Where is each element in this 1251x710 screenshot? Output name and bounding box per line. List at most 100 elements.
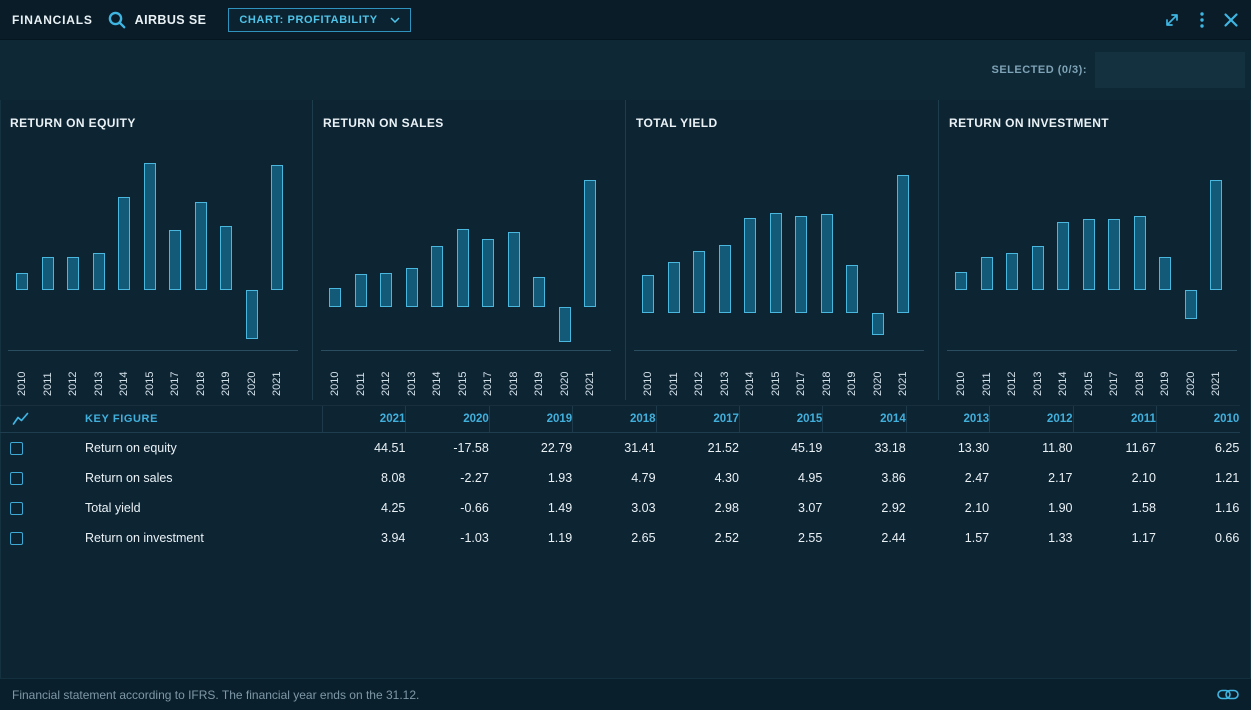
value-cell: 0.66 <box>1156 523 1239 553</box>
bar-2019 <box>1159 257 1171 290</box>
bar-2018 <box>508 232 520 307</box>
value-cell: -17.58 <box>405 433 488 463</box>
row-checkbox-return-on-sales[interactable] <box>10 472 23 485</box>
x-axis-label: 2018 <box>819 354 835 396</box>
x-axis-label: 2020 <box>557 354 573 396</box>
x-axis-label: 2012 <box>65 354 81 396</box>
bar-2018 <box>821 214 833 313</box>
bar-2012 <box>380 273 392 307</box>
year-column-header: 2020 <box>405 406 488 432</box>
row-checkbox-return-on-investment[interactable] <box>10 532 23 545</box>
value-cell: 2.44 <box>822 523 905 553</box>
value-cell: 1.58 <box>1073 493 1156 523</box>
charts-section: RETURN ON EQUITY201020112012201320142015… <box>0 100 1251 400</box>
x-axis-label: 2012 <box>691 354 707 396</box>
value-cell: 44.51 <box>322 433 405 463</box>
checkbox-cell <box>0 463 75 493</box>
x-axis-label: 2021 <box>1208 354 1224 396</box>
x-axis-label: 2010 <box>14 354 30 396</box>
bar-2018 <box>195 202 207 290</box>
x-axis-label: 2018 <box>193 354 209 396</box>
value-cell: 3.07 <box>739 493 822 523</box>
value-cell: 1.90 <box>989 493 1072 523</box>
bar-2011 <box>668 262 680 314</box>
chart-type-label: CHART: PROFITABILITY <box>239 14 377 26</box>
table-row-return-on-equity: Return on equity44.51-17.5822.7931.4121.… <box>0 433 1240 463</box>
value-cell: -2.27 <box>405 463 488 493</box>
value-cell: 2.17 <box>989 463 1072 493</box>
row-checkbox-total-yield[interactable] <box>10 502 23 515</box>
bar-2020 <box>246 290 258 339</box>
expand-button[interactable] <box>1163 11 1181 29</box>
chart-type-dropdown[interactable]: CHART: PROFITABILITY <box>228 8 410 32</box>
bar-2015 <box>144 163 156 290</box>
year-column-header: 2018 <box>572 406 655 432</box>
value-cell: 1.19 <box>489 523 572 553</box>
x-axis-label: 2015 <box>1081 354 1097 396</box>
bar-2020 <box>559 307 571 343</box>
value-cell: 1.33 <box>989 523 1072 553</box>
close-icon <box>1223 12 1239 28</box>
value-cell: 4.30 <box>656 463 739 493</box>
company-name: AIRBUS SE <box>135 13 207 27</box>
bar-2017 <box>482 239 494 306</box>
bar-2014 <box>744 218 756 313</box>
value-cell: 3.86 <box>822 463 905 493</box>
value-cell: 2.10 <box>906 493 989 523</box>
x-axis-label: 2017 <box>167 354 183 396</box>
bar-2020 <box>872 313 884 335</box>
bar-2019 <box>846 265 858 314</box>
close-button[interactable] <box>1223 12 1239 28</box>
x-axis-label: 2010 <box>327 354 343 396</box>
x-axis-label: 2019 <box>218 354 234 396</box>
footer: Financial statement according to IFRS. T… <box>0 678 1251 710</box>
value-cell: 13.30 <box>906 433 989 463</box>
value-cell: 1.17 <box>1073 523 1156 553</box>
x-axis-label: 2011 <box>666 354 682 396</box>
key-figures-table: KEY FIGURE 20212020201920182017201520142… <box>0 405 1240 553</box>
value-cell: 2.47 <box>906 463 989 493</box>
bar-2011 <box>355 274 367 307</box>
key-figure-label: Return on investment <box>75 523 322 553</box>
bar-2013 <box>719 245 731 314</box>
x-axis-label: 2014 <box>429 354 445 396</box>
x-axis-line <box>321 350 611 351</box>
row-checkbox-return-on-equity[interactable] <box>10 442 23 455</box>
x-axis-label: 2017 <box>793 354 809 396</box>
x-axis-label: 2020 <box>870 354 886 396</box>
link-icon <box>1217 689 1239 700</box>
bar-2021 <box>271 165 283 290</box>
x-axis-label: 2013 <box>91 354 107 396</box>
bar-2013 <box>406 268 418 307</box>
bar-2014 <box>431 246 443 307</box>
value-cell: 2.98 <box>656 493 739 523</box>
x-axis-label: 2012 <box>1004 354 1020 396</box>
line-chart-icon[interactable] <box>10 412 30 426</box>
bar-2010 <box>955 272 967 290</box>
bar-2019 <box>533 277 545 307</box>
kebab-menu-button[interactable] <box>1199 11 1205 29</box>
bar-2018 <box>1134 216 1146 290</box>
bar-2010 <box>642 275 654 313</box>
value-cell: 22.79 <box>489 433 572 463</box>
table-row-return-on-investment: Return on investment3.94-1.031.192.652.5… <box>0 523 1240 553</box>
bar-2015 <box>1083 219 1095 290</box>
search-button[interactable] <box>107 10 127 30</box>
bar-2011 <box>42 257 54 290</box>
x-axis-label: 2017 <box>480 354 496 396</box>
checkbox-cell <box>0 493 75 523</box>
bar-2013 <box>93 253 105 290</box>
value-cell: 1.21 <box>1156 463 1239 493</box>
value-cell: -1.03 <box>405 523 488 553</box>
checkbox-cell <box>0 433 75 463</box>
year-column-header: 2011 <box>1073 406 1156 432</box>
kebab-menu-icon <box>1199 11 1205 29</box>
link-button[interactable] <box>1217 689 1239 700</box>
table-header-row: KEY FIGURE 20212020201920182017201520142… <box>0 405 1240 433</box>
year-column-header: 2010 <box>1156 406 1239 432</box>
x-axis-label: 2021 <box>582 354 598 396</box>
x-axis-label: 2011 <box>40 354 56 396</box>
selection-slot[interactable] <box>1095 52 1245 88</box>
year-column-header: 2014 <box>822 406 905 432</box>
value-cell: 1.49 <box>489 493 572 523</box>
